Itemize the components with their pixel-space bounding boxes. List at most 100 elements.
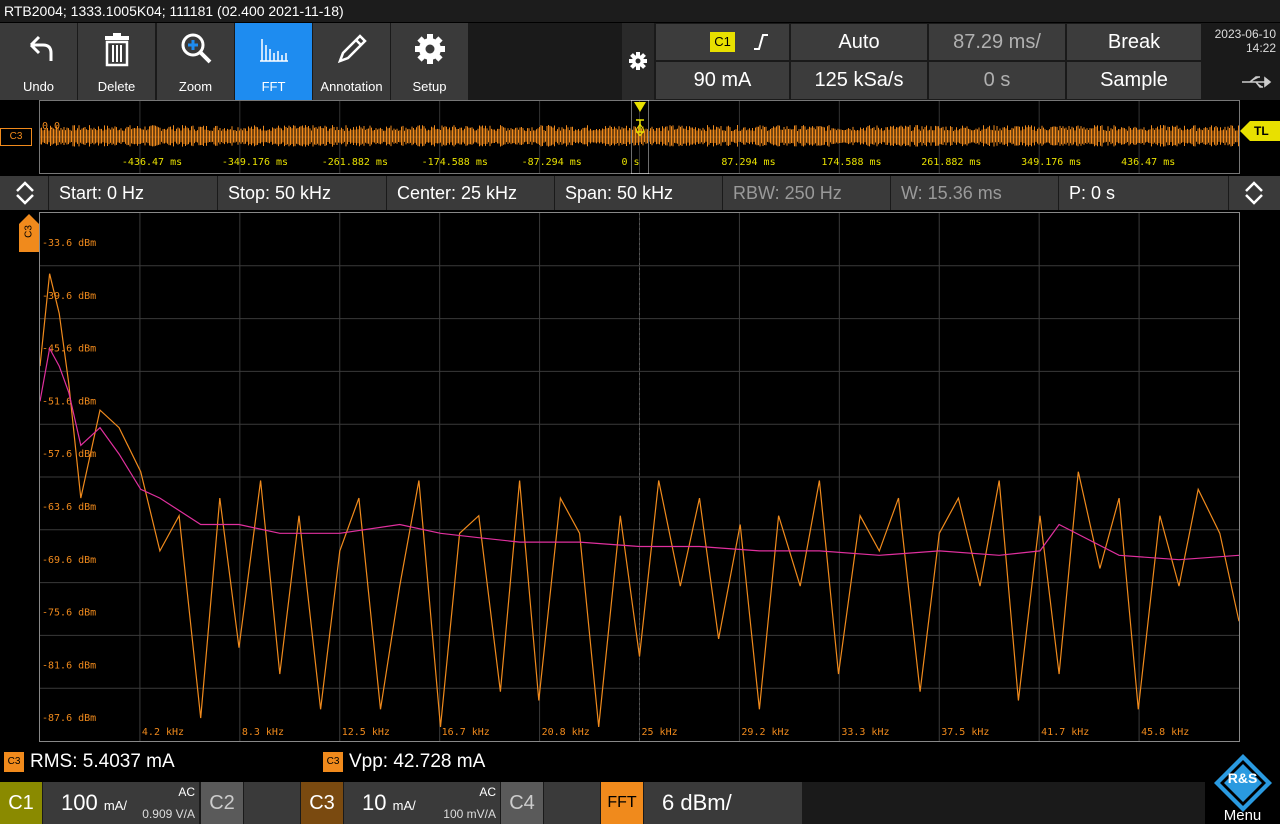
- overview-time-label: 349.176 ms: [1021, 157, 1082, 168]
- fft-center[interactable]: Center: 25 kHz: [387, 176, 554, 210]
- y-tick-label: -39.6 dBm: [42, 291, 96, 302]
- vpp-value: Vpp: 42.728 mA: [349, 751, 486, 772]
- up-down-arrow-icon: [16, 181, 34, 205]
- y-tick-label: -51.6 dBm: [42, 396, 96, 407]
- trigger-level[interactable]: 90 mA: [656, 62, 789, 99]
- clock-time: 14:22: [1245, 41, 1276, 55]
- overview-time-label: 87.294 ms: [721, 157, 776, 168]
- fft-scale[interactable]: 6 dBm/: [644, 782, 802, 824]
- waveform-overview[interactable]: 0.0 -436.47 ms -349.176 ms -261.882 ms -174…: [39, 100, 1240, 174]
- setup-button[interactable]: Setup: [391, 23, 468, 100]
- setup-label: Setup: [412, 79, 447, 94]
- trigger-position-marker[interactable]: [631, 100, 649, 174]
- vpp-channel-tag: C3: [323, 751, 343, 772]
- annotation-button[interactable]: Annotation: [313, 23, 390, 100]
- gear-icon: [629, 52, 647, 70]
- x-tick-label: 37.5 kHz: [941, 727, 989, 738]
- x-tick-label: 20.8 kHz: [542, 727, 590, 738]
- fft-spectrum-icon: [259, 39, 288, 62]
- undo-label: Undo: [22, 79, 55, 94]
- x-tick-label: 29.2 kHz: [741, 727, 789, 738]
- trigger-level-tag: TL: [1254, 124, 1269, 138]
- fft-position[interactable]: P: 0 s: [1059, 176, 1228, 210]
- channel-c3-scale[interactable]: 10 mA/ AC 100 mV/A: [344, 782, 500, 824]
- vpp-measurement[interactable]: C3 Vpp: 42.728 mA: [323, 749, 485, 775]
- fft-label: FFT: [261, 79, 286, 94]
- trigger-source[interactable]: C1: [656, 24, 789, 60]
- zoom-label: Zoom: [178, 79, 213, 94]
- rms-value: RMS: 5.4037 mA: [30, 751, 175, 772]
- c3-probe: 100 mV/A: [443, 807, 496, 821]
- channel-c2-scale[interactable]: [244, 782, 300, 824]
- fft-chart: -33.6 dBm-39.6 dBm-45.6 dBm-51.6 dBm-57.…: [40, 213, 1239, 741]
- window-title: RTB2004; 1333.1005K04; 111181 (02.400 20…: [0, 0, 1280, 22]
- channel-c3-tab[interactable]: C3: [301, 782, 343, 824]
- overview-time-label: -174.588 ms: [421, 157, 488, 168]
- fft-tab[interactable]: FFT: [601, 782, 643, 824]
- overview-offset-label: 0.0: [42, 121, 61, 132]
- fft-stop[interactable]: Stop: 50 kHz: [218, 176, 386, 210]
- sample-rate[interactable]: 125 kSa/s: [791, 62, 927, 99]
- c1-coupling: AC: [178, 785, 195, 799]
- overview-time-label: 436.47 ms: [1121, 157, 1176, 168]
- channel-bar: C1 100 mA/ AC 0.909 V/A C2 C3 10 mA/ AC …: [0, 782, 1280, 824]
- zoom-icon: [181, 33, 211, 64]
- fft-start[interactable]: Start: 0 Hz: [49, 176, 217, 210]
- time-per-div[interactable]: 87.29 ms/: [929, 24, 1065, 60]
- overview-time-label: -349.176 ms: [221, 157, 289, 168]
- channel-c2-tab[interactable]: C2: [201, 782, 243, 824]
- channel-c1-tab[interactable]: C1: [0, 782, 42, 824]
- channel-c4-tab[interactable]: C4: [501, 782, 543, 824]
- c3-coupling: AC: [479, 785, 496, 799]
- c1-probe: 0.909 V/A: [142, 807, 195, 821]
- overview-time-label: -436.47 ms: [121, 157, 183, 168]
- acquisition-mode[interactable]: Sample: [1067, 62, 1201, 99]
- c1-scale-unit: mA/: [103, 798, 127, 813]
- rs-logo-text: R&S: [1227, 770, 1258, 786]
- x-tick-label: 45.8 kHz: [1141, 727, 1189, 738]
- usb-icon: [1242, 76, 1272, 88]
- c3-scale-unit: mA/: [392, 798, 416, 813]
- fft-window[interactable]: W: 15.36 ms: [891, 176, 1058, 210]
- scroll-right-button[interactable]: [1229, 176, 1280, 210]
- y-tick-label: -33.6 dBm: [42, 238, 96, 249]
- y-tick-label: -69.6 dBm: [42, 555, 96, 566]
- y-tick-label: -57.6 dBm: [42, 449, 96, 460]
- fft-plot[interactable]: -33.6 dBm -39.6 dBm -45.6 dBm -51.6 dBm -57.…: [39, 212, 1240, 742]
- y-tick-label: -87.6 dBm: [42, 713, 96, 724]
- c3-scale-number: 10: [362, 790, 387, 815]
- overview-time-label: -87.294 ms: [521, 157, 582, 168]
- fft-channel-tag[interactable]: C3: [19, 214, 39, 252]
- menu-button[interactable]: R&S Menu: [1205, 748, 1280, 824]
- annotation-label: Annotation: [320, 79, 383, 94]
- x-tick-label: 25 kHz: [642, 727, 678, 738]
- overview-time-label: 261.882 ms: [921, 157, 982, 168]
- horizontal-position[interactable]: 0 s: [929, 62, 1065, 99]
- y-tick-label: -75.6 dBm: [42, 608, 96, 619]
- x-tick-label: 33.3 kHz: [841, 727, 889, 738]
- break-button[interactable]: Break: [1067, 24, 1201, 60]
- menu-label: Menu: [1223, 807, 1262, 824]
- x-tick-label: 16.7 kHz: [442, 727, 490, 738]
- zoom-button[interactable]: Zoom: [157, 23, 234, 100]
- delete-button[interactable]: Delete: [78, 23, 155, 100]
- trigger-settings-button[interactable]: [622, 23, 654, 100]
- overview-channel-tag: C3: [0, 128, 32, 146]
- rising-edge-icon: [754, 34, 768, 50]
- undo-button[interactable]: Undo: [0, 23, 77, 100]
- x-tick-label: 41.7 kHz: [1041, 727, 1089, 738]
- trigger-level-marker[interactable]: TL: [1240, 121, 1280, 141]
- rms-measurement[interactable]: C3 RMS: 5.4037 mA: [4, 749, 175, 775]
- channel-c4-scale[interactable]: [544, 782, 600, 824]
- fft-span[interactable]: Span: 50 kHz: [555, 176, 722, 210]
- clock: 2023-06-10 14:22: [1205, 23, 1280, 100]
- trigger-mode[interactable]: Auto: [791, 24, 927, 60]
- channel-c1-scale[interactable]: 100 mA/ AC 0.909 V/A: [43, 782, 199, 824]
- overview-time-label: 174.588 ms: [821, 157, 882, 168]
- undo-icon: [29, 35, 52, 61]
- pencil-icon: [337, 34, 367, 64]
- scroll-left-button[interactable]: [0, 176, 48, 210]
- fft-button[interactable]: FFT: [235, 23, 312, 100]
- fft-rbw[interactable]: RBW: 250 Hz: [723, 176, 890, 210]
- trash-icon: [104, 33, 129, 67]
